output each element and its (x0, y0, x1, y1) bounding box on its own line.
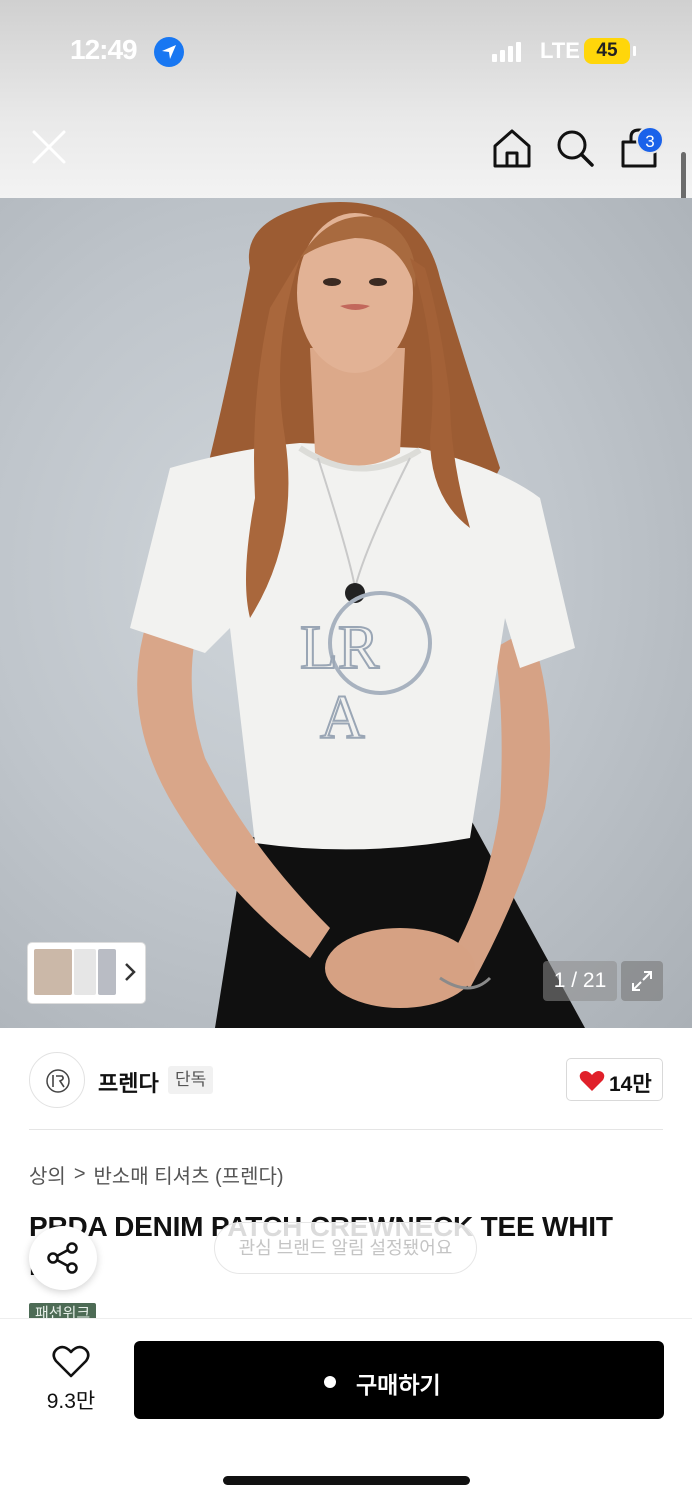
breadcrumb-category[interactable]: 상의 (29, 1160, 66, 1189)
exclusive-badge: 단독 (168, 1066, 214, 1094)
battery-indicator: 45 (584, 38, 636, 64)
search-icon (557, 130, 594, 167)
breadcrumb-separator: > (73, 1163, 86, 1185)
thumbnail-1[interactable] (34, 949, 72, 995)
share-icon (47, 1242, 78, 1274)
wishlist-button[interactable]: 9.3만 (36, 1343, 106, 1415)
status-bar: 12:49 LTE 45 (0, 0, 692, 100)
chevron-right-icon (125, 963, 136, 981)
expand-icon (632, 971, 652, 991)
brand-name[interactable]: 프렌다 (98, 1066, 159, 1098)
image-pager: 1 / 21 (543, 961, 617, 1001)
fullscreen-button[interactable] (621, 961, 663, 1001)
cart-count-badge: 3 (636, 126, 664, 154)
buy-button[interactable]: 구매하기 (134, 1341, 664, 1419)
top-header-area: 12:49 LTE 45 3 (0, 0, 692, 198)
share-button[interactable] (29, 1226, 97, 1290)
image-thumbnail-strip[interactable] (28, 943, 145, 1003)
brand-like-button[interactable]: 14만 (566, 1058, 663, 1101)
thumbnail-3[interactable] (98, 949, 116, 995)
heart-filled-icon (579, 1071, 605, 1091)
home-indicator[interactable] (223, 1476, 470, 1485)
network-type: LTE (540, 38, 580, 63)
svg-text:A: A (320, 684, 365, 752)
buy-dot-indicator (324, 1376, 336, 1388)
cellular-signal-icon (492, 40, 521, 62)
home-icon (493, 129, 531, 168)
breadcrumb: 상의 > 반소매 티셔츠 (프렌다) (29, 1160, 284, 1189)
notification-toast: 관심 브랜드 알림 설정됐어요 (214, 1222, 477, 1274)
brand-logo[interactable] (29, 1052, 85, 1108)
divider (29, 1129, 663, 1130)
model-photo: LR A (130, 201, 585, 1028)
location-arrow-icon (154, 37, 184, 67)
product-image[interactable]: LR A (0, 198, 692, 1028)
buy-button-label: 구매하기 (356, 1372, 441, 1398)
close-button[interactable] (28, 126, 72, 170)
svg-text:LR: LR (300, 614, 380, 682)
close-icon (32, 130, 66, 164)
search-button[interactable] (553, 126, 597, 170)
home-button[interactable] (490, 126, 534, 170)
breadcrumb-subcategory[interactable]: 반소매 티셔츠 (프렌다) (94, 1160, 284, 1189)
brand-like-count: 14만 (609, 1073, 652, 1096)
heart-outline-icon (52, 1345, 90, 1378)
status-time: 12:49 (70, 34, 138, 65)
wishlist-count: 9.3만 (46, 1390, 96, 1413)
thumbnail-2[interactable] (74, 949, 96, 995)
brand-logo-icon (46, 1069, 70, 1093)
